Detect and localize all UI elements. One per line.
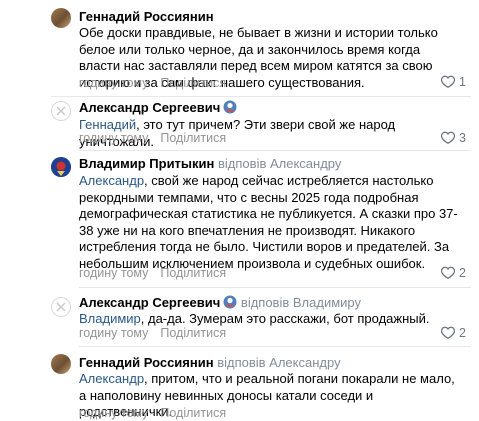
author-name[interactable]: Владимир Притыкин [79, 156, 214, 171]
comment-meta: годину тому Поділитися [79, 326, 226, 341]
comment-author[interactable]: Александр Сергеевич [79, 100, 237, 117]
comment-time[interactable]: годину тому [79, 76, 148, 90]
verified-badge-icon [223, 100, 237, 117]
like-count: 2 [459, 266, 466, 280]
share-link[interactable]: Поділитися [160, 131, 226, 145]
share-link[interactable]: Поділитися [160, 326, 226, 340]
heart-icon [440, 326, 456, 340]
comment-meta: годину тому Поділитися [79, 131, 226, 146]
avatar-placeholder-icon [56, 302, 66, 312]
like-count: 1 [459, 75, 466, 89]
comment-text: Александр, свой же народ сейчас истребля… [79, 173, 464, 272]
heart-icon [440, 131, 456, 145]
comment-time[interactable]: годину тому [79, 406, 148, 420]
heart-icon [440, 75, 456, 89]
avatar[interactable] [51, 101, 71, 121]
comment-time[interactable]: годину тому [79, 131, 148, 145]
author-name[interactable]: Геннадий Россиянин [79, 9, 214, 24]
comment-time[interactable]: годину тому [79, 266, 148, 280]
comment-meta: годину тому Поділитися [79, 406, 226, 421]
author-name[interactable]: Александр Сергеевич [79, 100, 220, 115]
like-count: 3 [459, 131, 466, 145]
comment-meta: годину тому Поділитися [79, 76, 226, 91]
divider [51, 96, 471, 97]
comment-author[interactable]: Геннадий Россиянин відповів Александру [79, 355, 341, 370]
replied-to-label[interactable]: відповів Александру [218, 156, 341, 171]
comment-author[interactable]: Александр Сергеевич відповів Владимиру [79, 295, 361, 312]
like-button[interactable]: 2 [440, 266, 466, 281]
divider [79, 150, 471, 151]
mention-link[interactable]: Геннадий [79, 117, 136, 132]
heart-icon [440, 266, 456, 280]
author-name[interactable]: Геннадий Россиянин [79, 355, 214, 370]
mention-link[interactable]: Александр [79, 371, 144, 386]
avatar[interactable] [51, 297, 71, 317]
like-button[interactable]: 1 [440, 75, 466, 90]
like-button[interactable]: 2 [440, 326, 466, 341]
comment-body: , да-да. Зумерам это расскажи, бот прода… [140, 311, 430, 326]
author-name[interactable]: Александр Сергеевич [79, 295, 220, 310]
avatar-placeholder-icon [56, 106, 66, 116]
avatar[interactable] [51, 157, 71, 177]
verified-badge-icon [223, 295, 237, 312]
share-link[interactable]: Поділитися [160, 406, 226, 420]
avatar[interactable] [51, 8, 71, 28]
share-link[interactable]: Поділитися [160, 76, 226, 90]
divider [79, 346, 471, 347]
comment-meta: годину тому Поділитися [79, 266, 226, 281]
comment-author[interactable]: Геннадий Россиянин [79, 9, 214, 24]
divider [79, 287, 471, 288]
replied-to-label[interactable]: відповів Владимиру [241, 295, 361, 310]
mention-link[interactable]: Владимир [79, 311, 141, 326]
like-count: 2 [459, 326, 466, 340]
mention-link[interactable]: Александр [79, 173, 144, 188]
replied-to-label[interactable]: відповів Александру [217, 355, 340, 370]
avatar-image [51, 157, 71, 177]
comment-author[interactable]: Владимир Притыкин відповів Александру [79, 156, 341, 171]
share-link[interactable]: Поділитися [160, 266, 226, 280]
comment-time[interactable]: годину тому [79, 326, 148, 340]
like-button[interactable]: 3 [440, 131, 466, 146]
avatar[interactable] [51, 354, 71, 374]
